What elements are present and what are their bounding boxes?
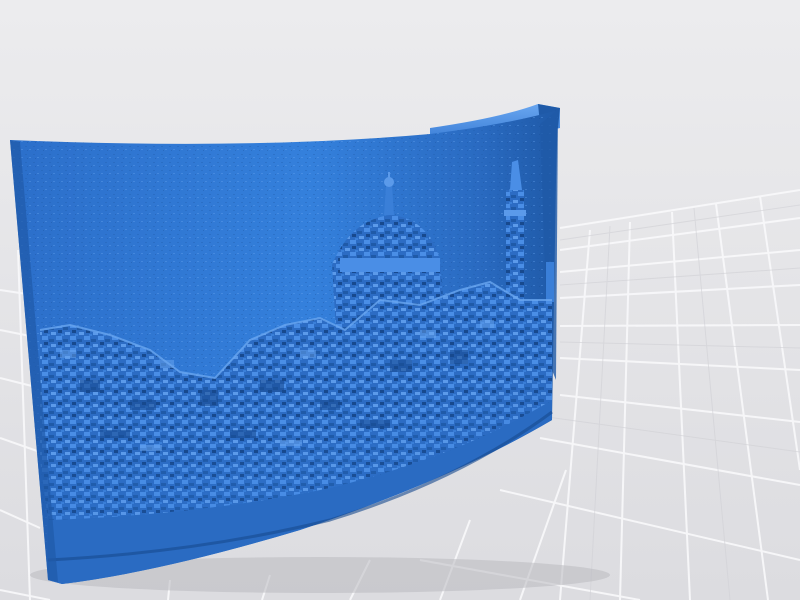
render-viewport [0,0,800,600]
